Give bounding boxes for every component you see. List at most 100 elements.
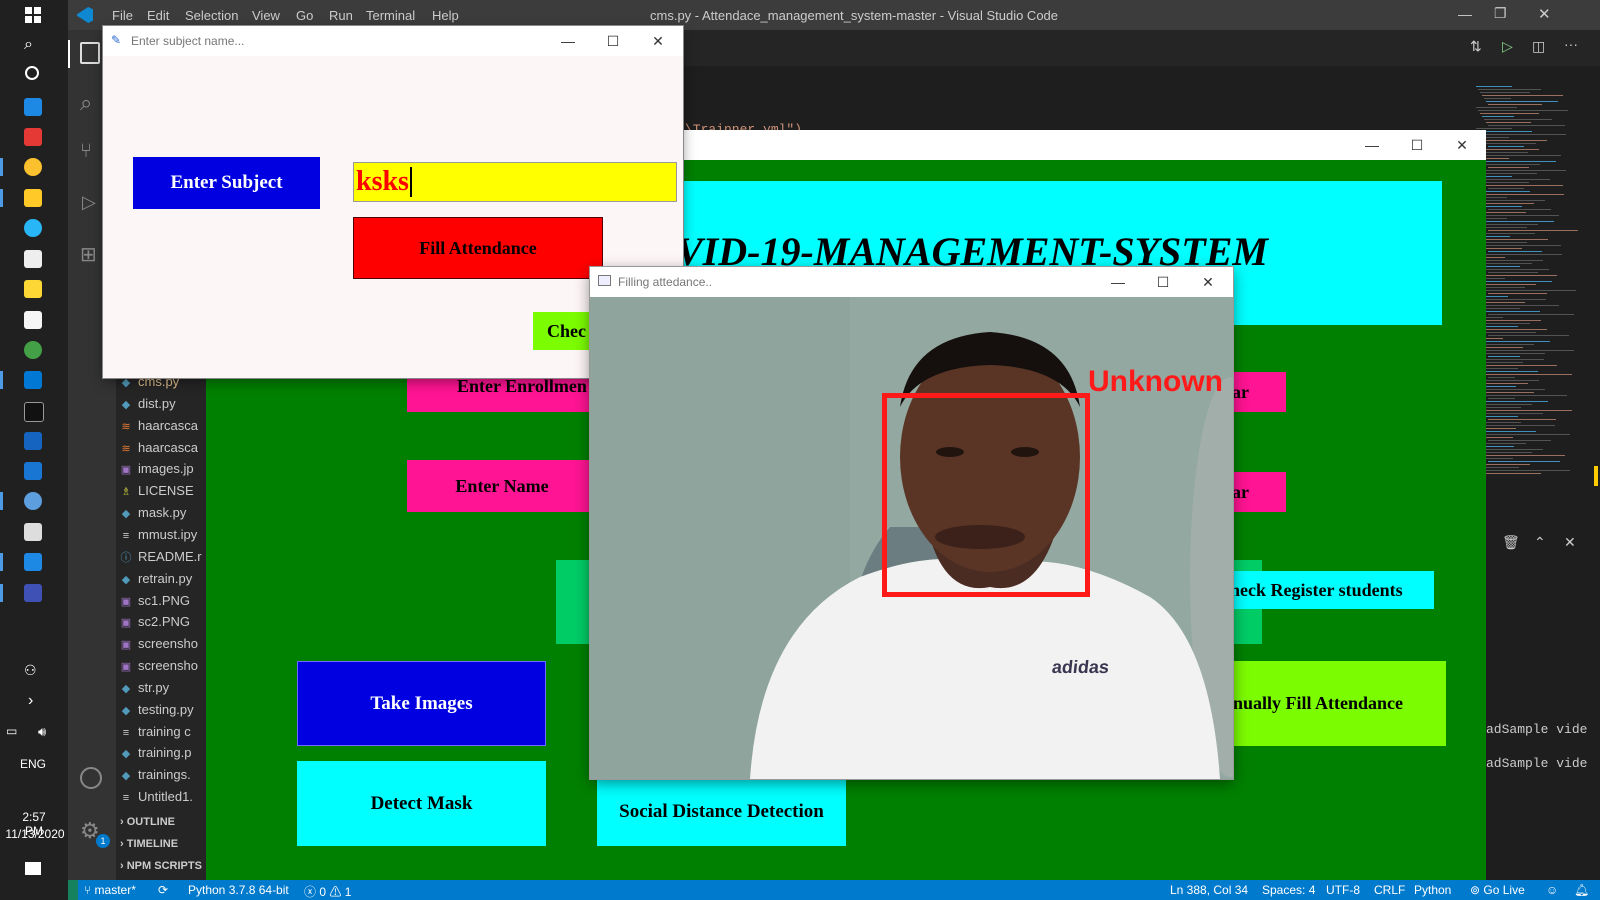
- file-item[interactable]: ◆ training.p: [120, 745, 206, 766]
- compare-changes-icon[interactable]: ⇅: [1470, 38, 1482, 55]
- source-control-icon[interactable]: ⑂: [80, 140, 92, 163]
- menu-go[interactable]: Go: [296, 8, 313, 23]
- python-interpreter[interactable]: Python 3.7.8 64-bit: [188, 883, 289, 897]
- app-icon-white[interactable]: [24, 523, 42, 541]
- timeline-section[interactable]: › TIMELINE: [120, 838, 206, 859]
- panel-close-icon[interactable]: ✕: [1564, 534, 1576, 551]
- language-mode[interactable]: Python: [1414, 883, 1451, 897]
- people-icon[interactable]: ⚇: [24, 662, 42, 680]
- file-item[interactable]: ≋ haarcasca: [120, 418, 206, 439]
- go-live-button[interactable]: ⊚ Go Live: [1470, 883, 1525, 897]
- minimap[interactable]: [1472, 86, 1590, 486]
- fill-attendance-button[interactable]: Fill Attendance: [353, 217, 603, 279]
- menu-terminal[interactable]: Terminal: [366, 8, 415, 23]
- app-icon-yellow[interactable]: [24, 280, 42, 298]
- menu-edit[interactable]: Edit: [147, 8, 169, 23]
- file-item[interactable]: ◆ trainings.: [120, 767, 206, 788]
- notification-icon[interactable]: [25, 862, 41, 875]
- volume-icon[interactable]: 🔊︎: [38, 724, 58, 742]
- remote-indicator[interactable]: [68, 880, 78, 900]
- file-item[interactable]: ◆ testing.py: [120, 702, 206, 723]
- detect-mask-button[interactable]: Detect Mask: [297, 761, 546, 846]
- file-item[interactable]: ▣ sc1.PNG: [120, 593, 206, 614]
- app-icon-wo[interactable]: [24, 553, 42, 571]
- cortana-icon[interactable]: [25, 66, 39, 80]
- word-icon[interactable]: [24, 462, 42, 480]
- file-item[interactable]: ⓘ README.r: [120, 549, 206, 570]
- more-actions-icon[interactable]: ···: [1564, 36, 1578, 52]
- extensions-icon[interactable]: ⊞: [80, 242, 97, 267]
- menu-file[interactable]: File: [112, 8, 133, 23]
- panel-trash-icon[interactable]: 🗑︎: [1502, 534, 1520, 551]
- menu-help[interactable]: Help: [432, 8, 459, 23]
- mail-app-icon[interactable]: [24, 98, 42, 116]
- split-editor-icon[interactable]: ◫: [1532, 38, 1545, 55]
- store-icon[interactable]: [24, 311, 42, 329]
- file-item[interactable]: ▣ screensho: [120, 636, 206, 657]
- file-item[interactable]: ♗ LICENSE: [120, 483, 206, 504]
- file-item[interactable]: ▣ images.jp: [120, 461, 206, 482]
- end-of-line[interactable]: CRLF: [1374, 883, 1405, 897]
- powershell-icon[interactable]: [24, 432, 42, 450]
- chevron-right-icon[interactable]: ›: [28, 692, 46, 710]
- subject-minimize-button[interactable]: —: [558, 32, 578, 50]
- run-file-icon[interactable]: ▷: [1502, 38, 1513, 55]
- vscode-maximize-button[interactable]: ❐: [1494, 5, 1507, 22]
- main-minimize-button[interactable]: —: [1362, 136, 1382, 154]
- file-item[interactable]: ≡ Untitled1.: [120, 789, 206, 810]
- file-explorer-icon[interactable]: [24, 189, 42, 207]
- file-item[interactable]: ≡ training c: [120, 724, 206, 745]
- camera-maximize-button[interactable]: ☐: [1153, 273, 1173, 291]
- cursor-position[interactable]: Ln 388, Col 34: [1170, 883, 1248, 897]
- file-item[interactable]: ▣ sc2.PNG: [120, 614, 206, 635]
- vscode-minimize-button[interactable]: —: [1458, 6, 1472, 22]
- search-icon[interactable]: ⌕: [24, 36, 42, 54]
- menu-run[interactable]: Run: [329, 8, 353, 23]
- file-item[interactable]: ◆ str.py: [120, 680, 206, 701]
- search-view-icon[interactable]: ⌕: [80, 90, 92, 116]
- edge-icon[interactable]: [24, 219, 42, 237]
- subject-input[interactable]: ksks: [353, 162, 677, 202]
- python-idle-icon[interactable]: [24, 584, 42, 602]
- problems-indicator[interactable]: ⓧ 0 ⚠ 1: [304, 883, 351, 900]
- minimap-scroll-indicator[interactable]: [1594, 466, 1598, 486]
- sync-icon[interactable]: ⟳: [158, 883, 168, 897]
- chrome-icon[interactable]: [24, 158, 42, 176]
- check-register-students-button[interactable]: heck Register students: [1220, 571, 1434, 609]
- camera-close-button[interactable]: ✕: [1198, 273, 1218, 291]
- camera-minimize-button[interactable]: —: [1108, 273, 1128, 291]
- feedback-icon[interactable]: ☺: [1546, 883, 1558, 897]
- windows-start-icon[interactable]: [25, 7, 41, 23]
- indentation[interactable]: Spaces: 4: [1262, 883, 1315, 897]
- app-icon-green[interactable]: [24, 341, 42, 359]
- clock-date[interactable]: 11/13/2020: [4, 827, 66, 841]
- app-icon-red[interactable]: [24, 128, 42, 146]
- npm-scripts-section[interactable]: › NPM SCRIPTS: [120, 860, 206, 881]
- menu-view[interactable]: View: [252, 8, 280, 23]
- take-images-button[interactable]: Take Images: [297, 661, 546, 746]
- vscode-taskbar-icon[interactable]: [24, 371, 42, 389]
- file-item[interactable]: ▣ screensho: [120, 658, 206, 679]
- app-icon-r[interactable]: [24, 492, 42, 510]
- vscode-close-button[interactable]: ✕: [1538, 5, 1551, 23]
- explorer-icon[interactable]: [80, 42, 100, 64]
- main-close-button[interactable]: ✕: [1452, 136, 1472, 154]
- encoding[interactable]: UTF-8: [1326, 883, 1360, 897]
- outline-section[interactable]: › OUTLINE: [120, 816, 206, 837]
- menu-selection[interactable]: Selection: [185, 8, 238, 23]
- file-item[interactable]: ◆ dist.py: [120, 396, 206, 417]
- battery-icon[interactable]: ▭: [6, 724, 26, 742]
- subject-close-button[interactable]: ✕: [648, 32, 668, 50]
- git-branch[interactable]: ⑂ master*: [84, 883, 136, 897]
- check-sheets-button[interactable]: Chec: [533, 312, 593, 350]
- manually-fill-attendance-button[interactable]: anually Fill Attendance: [1220, 661, 1446, 746]
- cmd-icon[interactable]: [24, 402, 44, 422]
- file-item[interactable]: ≋ haarcasca: [120, 440, 206, 461]
- main-maximize-button[interactable]: ☐: [1407, 136, 1427, 154]
- panel-maximize-icon[interactable]: ⌃: [1534, 534, 1546, 551]
- social-distance-detection-button[interactable]: Social Distance Detection: [597, 778, 846, 846]
- enter-name-button[interactable]: Enter Name: [407, 460, 597, 512]
- notifications-bell-icon[interactable]: 🔔︎: [1574, 883, 1589, 897]
- account-icon[interactable]: [80, 767, 102, 789]
- file-item[interactable]: ◆ mask.py: [120, 505, 206, 526]
